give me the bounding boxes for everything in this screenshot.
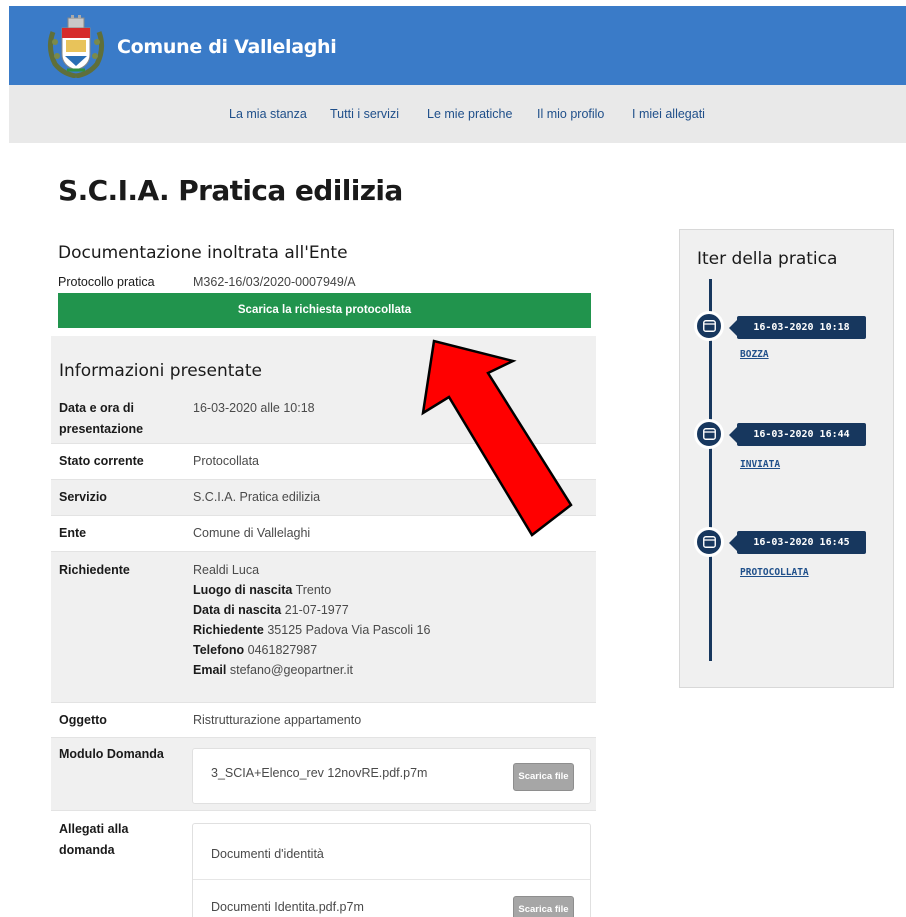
applicant-birthplace: Luogo di nascita Trento bbox=[193, 583, 332, 597]
calendar-icon bbox=[694, 311, 724, 341]
municipal-crest-logo[interactable] bbox=[45, 14, 107, 78]
timeline-title: Iter della pratica bbox=[697, 249, 838, 269]
applicant-birthdate: Data di nascita 21-07-1977 bbox=[193, 603, 349, 617]
applicant-details: Realdi Luca Luogo di nascita Trento Data… bbox=[193, 560, 430, 680]
info-row-entity: Ente Comune di Vallelaghi bbox=[51, 516, 596, 552]
info-row-status: Stato corrente Protocollata bbox=[51, 444, 596, 480]
info-row-subject: Oggetto Ristrutturazione appartamento bbox=[51, 703, 596, 738]
row-label: Allegati alla domanda bbox=[59, 822, 129, 857]
timeline-status-link[interactable]: INVIATA bbox=[740, 459, 780, 470]
nav-item-la-mia-stanza[interactable]: La mia stanza bbox=[229, 107, 307, 121]
info-row-attachments: Allegati alla domanda Documenti d'identi… bbox=[51, 811, 596, 917]
main-navigation: La mia stanza Tutti i servizi Le mie pra… bbox=[9, 85, 906, 143]
site-title[interactable]: Comune di Vallelaghi bbox=[117, 36, 337, 58]
download-file-button[interactable]: Scarica file bbox=[513, 763, 574, 791]
row-label: Oggetto bbox=[59, 713, 107, 727]
row-value: Protocollata bbox=[193, 454, 260, 468]
timeline-date-badge: 16-03-2020 16:44 bbox=[729, 423, 866, 446]
calendar-icon bbox=[694, 419, 724, 449]
row-label: Data e ora di presentazione bbox=[59, 401, 144, 436]
info-header: Informazioni presentate bbox=[51, 336, 596, 398]
row-value: S.C.I.A. Pratica edilizia bbox=[193, 490, 321, 504]
nav-item-i-miei-allegati[interactable]: I miei allegati bbox=[632, 107, 705, 121]
file-card: 3_SCIA+Elenco_rev 12novRE.pdf.p7m Scaric… bbox=[192, 748, 591, 804]
row-label: Ente bbox=[59, 526, 87, 540]
row-value: Comune di Vallelaghi bbox=[193, 526, 311, 540]
applicant-phone: Telefono 0461827987 bbox=[193, 643, 318, 657]
info-row-submission-date: Data e ora di presentazione 16-03-2020 a… bbox=[51, 398, 596, 444]
timeline-date-badge: 16-03-2020 16:45 bbox=[729, 531, 866, 554]
submitted-info-panel: Informazioni presentate Data e ora di pr… bbox=[51, 336, 596, 917]
protocol-label: Protocollo pratica bbox=[58, 275, 155, 289]
row-label: Modulo Domanda bbox=[59, 747, 164, 761]
info-row-application-form: Modulo Domanda 3_SCIA+Elenco_rev 12novRE… bbox=[51, 738, 596, 811]
row-label: Servizio bbox=[59, 490, 107, 504]
info-row-applicant: Richiedente Realdi Luca Luogo di nascita… bbox=[51, 552, 596, 703]
download-file-button[interactable]: Scarica file bbox=[513, 896, 574, 917]
applicant-email: Email stefano@geopartner.it bbox=[193, 663, 354, 677]
page-title: S.C.I.A. Pratica edilizia bbox=[58, 174, 403, 207]
timeline-date-badge: 16-03-2020 10:18 bbox=[729, 316, 866, 339]
nav-item-tutti-i-servizi[interactable]: Tutti i servizi bbox=[330, 107, 399, 121]
timeline-status-link[interactable]: PROTOCOLLATA bbox=[740, 567, 809, 578]
info-title: Informazioni presentate bbox=[59, 361, 262, 381]
process-timeline-panel: Iter della pratica 16-03-2020 10:18 BOZZ… bbox=[679, 229, 894, 688]
section-title: Documentazione inoltrata all'Ente bbox=[58, 243, 348, 263]
applicant-address: Richiedente 35125 Padova Via Pascoli 16 bbox=[193, 623, 431, 637]
download-protocol-request-button[interactable]: Scarica la richiesta protocollata bbox=[58, 293, 591, 328]
nav-item-le-mie-pratiche[interactable]: Le mie pratiche bbox=[427, 107, 512, 121]
file-name: 3_SCIA+Elenco_rev 12novRE.pdf.p7m bbox=[211, 766, 428, 780]
timeline-status-link[interactable]: BOZZA bbox=[740, 349, 769, 360]
site-header: Comune di Vallelaghi bbox=[9, 6, 906, 85]
row-label: Richiedente bbox=[59, 563, 130, 577]
row-label: Stato corrente bbox=[59, 454, 144, 468]
applicant-name: Realdi Luca bbox=[193, 563, 260, 577]
row-value: 16-03-2020 alle 10:18 bbox=[193, 401, 315, 415]
nav-item-il-mio-profilo[interactable]: Il mio profilo bbox=[537, 107, 604, 121]
file-name: Documenti Identita.pdf.p7m bbox=[211, 900, 364, 914]
calendar-icon bbox=[694, 527, 724, 557]
protocol-value: M362-16/03/2020-0007949/A bbox=[193, 275, 356, 289]
divider bbox=[193, 879, 590, 880]
attachment-group-title: Documenti d'identità bbox=[211, 847, 324, 861]
row-value: Ristrutturazione appartamento bbox=[193, 713, 362, 727]
attachments-card: Documenti d'identità Documenti Identita.… bbox=[192, 823, 591, 917]
info-row-service: Servizio S.C.I.A. Pratica edilizia bbox=[51, 480, 596, 516]
